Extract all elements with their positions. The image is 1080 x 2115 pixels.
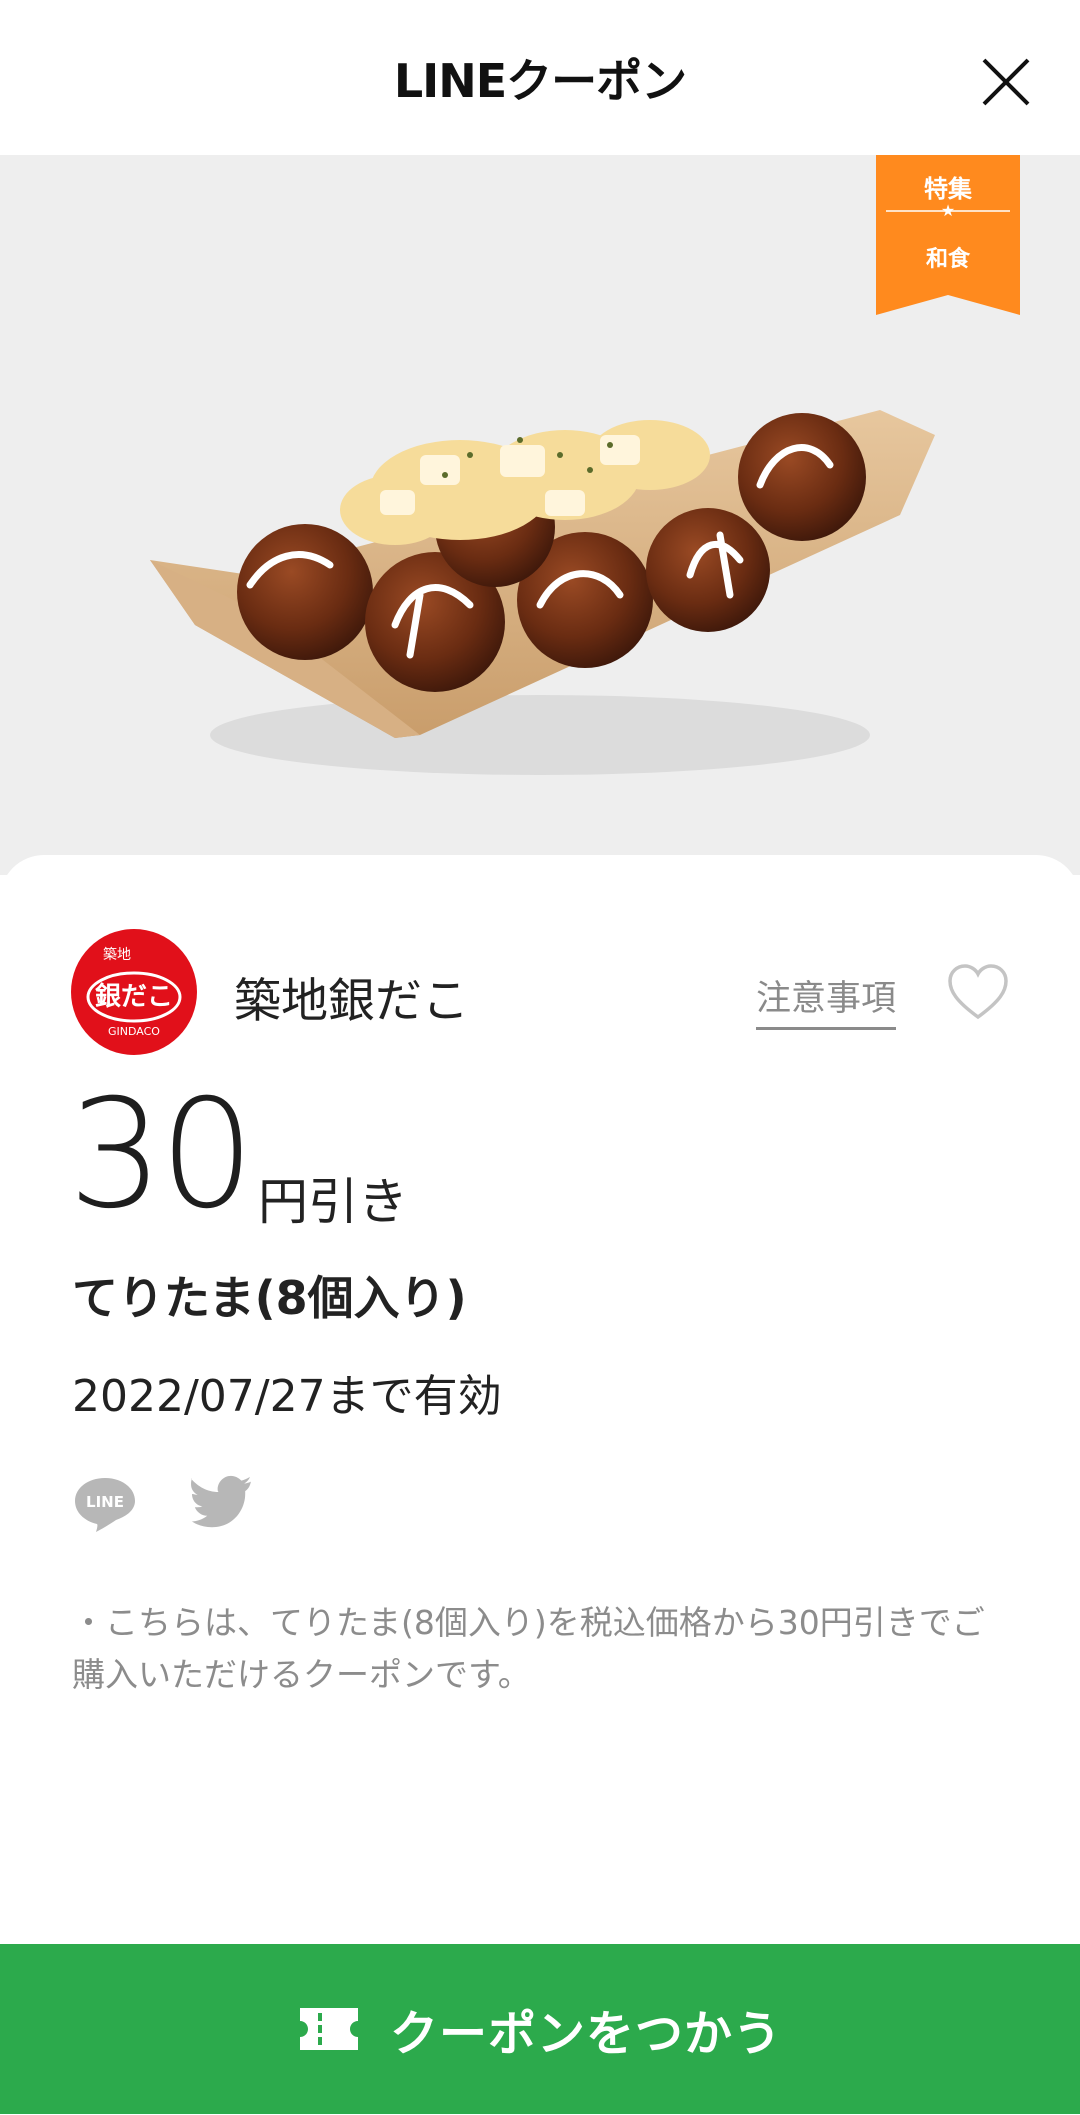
page-title: LINEクーポン	[393, 53, 687, 108]
header: LINEクーポン	[0, 0, 1080, 155]
ribbon-feature-label: 特集	[924, 175, 972, 203]
use-coupon-label: クーポンをつかう	[389, 2006, 782, 2062]
svg-text:築地: 築地	[103, 947, 131, 963]
close-icon[interactable]	[980, 56, 1032, 108]
svg-text:LINE: LINE	[86, 1493, 124, 1511]
feature-ribbon: 特集 ★ 和食	[876, 155, 1020, 315]
twitter-share-icon[interactable]	[188, 1474, 254, 1530]
hero-image-area: 特集 ★ 和食	[0, 155, 1080, 875]
product-name: てりたま(8個入り)	[72, 1271, 467, 1325]
coupon-description: ・こちらは、てりたま(8個入り)を税込価格から30円引きでご購入いただけるクーポ…	[72, 1603, 985, 1694]
svg-text:GINDACO: GINDACO	[108, 1025, 160, 1038]
store-name[interactable]: 築地銀だこ	[234, 962, 469, 1031]
heart-icon[interactable]	[946, 963, 1010, 1021]
discount-unit: 円引き	[258, 1173, 408, 1231]
expiry-date: 2022/07/27まで有効	[72, 1371, 502, 1422]
svg-text:銀だこ: 銀だこ	[95, 982, 173, 1012]
line-share-icon[interactable]: LINE	[72, 1474, 138, 1534]
use-coupon-button[interactable]: クーポンをつかう	[0, 1944, 1080, 2114]
discount-amount: 30	[68, 1068, 255, 1242]
store-logo: 築地 銀だこ GINDACO	[71, 929, 197, 1055]
ribbon-category-label: 和食	[925, 247, 970, 272]
star-icon: ★	[940, 201, 956, 220]
ticket-icon	[299, 2008, 358, 2050]
notice-link[interactable]: 注意事項	[756, 970, 897, 1030]
